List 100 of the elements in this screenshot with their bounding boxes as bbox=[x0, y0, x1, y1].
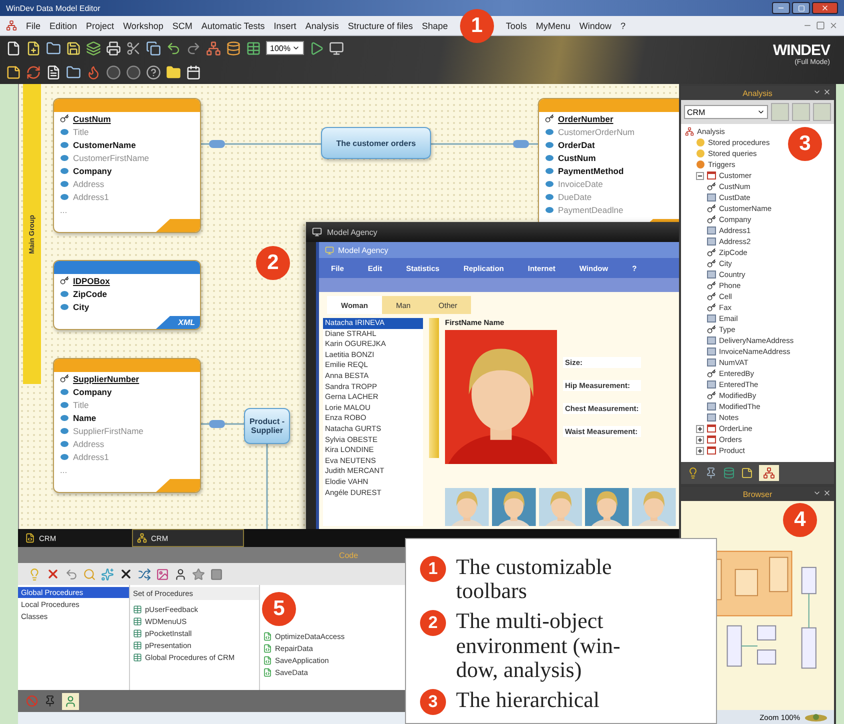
procedure-icon bbox=[263, 668, 272, 677]
collapse-toggle[interactable] bbox=[696, 172, 704, 180]
database-icon[interactable] bbox=[226, 40, 241, 56]
save-icon[interactable] bbox=[66, 40, 81, 56]
relation-box[interactable]: Product - Supplier bbox=[244, 408, 290, 444]
field-icon bbox=[707, 314, 716, 323]
user-icon[interactable] bbox=[174, 568, 187, 580]
expand-toggle[interactable] bbox=[696, 446, 704, 454]
close-icon[interactable] bbox=[823, 489, 831, 497]
menu-item[interactable]: Tools bbox=[506, 20, 527, 30]
close-button[interactable] bbox=[812, 2, 838, 14]
database-icon[interactable] bbox=[723, 467, 735, 479]
key-icon bbox=[707, 204, 716, 213]
undo-icon[interactable] bbox=[65, 568, 78, 580]
circle-icon[interactable] bbox=[106, 64, 121, 80]
list-scrollbar[interactable] bbox=[429, 318, 439, 458]
scissors-icon[interactable] bbox=[126, 40, 141, 56]
field-name: Title bbox=[73, 126, 89, 136]
copy-icon[interactable] bbox=[146, 40, 161, 56]
redo-icon[interactable] bbox=[186, 40, 201, 56]
maximize-button[interactable] bbox=[792, 2, 810, 14]
undo-icon[interactable] bbox=[166, 40, 181, 56]
field-icon bbox=[707, 193, 716, 202]
pin-icon[interactable] bbox=[705, 467, 717, 479]
key-icon bbox=[60, 114, 69, 123]
field-name: CustomerFirstName bbox=[73, 152, 150, 162]
zoom-slider-icon[interactable] bbox=[804, 712, 828, 722]
menu-item[interactable]: Shape bbox=[422, 20, 448, 30]
app-icon bbox=[6, 20, 17, 31]
folder-icon[interactable] bbox=[166, 64, 181, 80]
document-icon[interactable] bbox=[46, 64, 61, 80]
close-icon bbox=[821, 4, 829, 12]
menu-item[interactable]: Project bbox=[86, 20, 114, 30]
monitor-icon[interactable] bbox=[329, 40, 344, 56]
menu-item[interactable]: SCM bbox=[172, 20, 192, 30]
circle-icon[interactable] bbox=[126, 64, 141, 80]
play-icon[interactable] bbox=[309, 40, 324, 56]
flame-icon[interactable] bbox=[86, 64, 101, 80]
square-icon[interactable] bbox=[210, 568, 223, 580]
field-name: Address bbox=[73, 438, 104, 448]
menu-item[interactable]: Structure of files bbox=[348, 20, 413, 30]
folder-icon[interactable] bbox=[66, 64, 81, 80]
print-icon[interactable] bbox=[106, 40, 121, 56]
field-name: DueDate bbox=[558, 192, 592, 202]
menu-item[interactable]: File bbox=[26, 20, 41, 30]
menu-item[interactable]: Window bbox=[579, 20, 612, 30]
menu-item[interactable]: Workshop bbox=[123, 20, 164, 30]
menu-item[interactable]: Insert bbox=[274, 20, 296, 30]
menu-item[interactable]: Analysis bbox=[305, 20, 339, 30]
table-tag bbox=[156, 479, 200, 492]
shuffle-icon[interactable] bbox=[138, 568, 151, 580]
menu-item[interactable]: MyMenu bbox=[536, 20, 570, 30]
help-icon[interactable] bbox=[146, 64, 161, 80]
number-badge: 2 bbox=[420, 610, 446, 636]
analysis-dropdown[interactable]: CRM bbox=[684, 105, 768, 119]
table-card[interactable]: SupplierNumber Company Title Name SupplierFirstName Address Address1 ... bbox=[53, 358, 201, 493]
note-icon[interactable] bbox=[741, 467, 753, 479]
table-icon[interactable] bbox=[246, 40, 261, 56]
table-card[interactable]: CustNum Title CustomerName CustomerFirstName Company Address Address1 ... bbox=[53, 98, 201, 233]
maximize-icon bbox=[798, 4, 804, 12]
field-name: CustNum bbox=[558, 152, 596, 162]
star-icon[interactable] bbox=[192, 568, 205, 580]
delete-icon[interactable] bbox=[46, 567, 60, 581]
menu-item[interactable]: Automatic Tests bbox=[201, 20, 265, 30]
caret-icon[interactable] bbox=[813, 489, 821, 497]
expand-toggle[interactable] bbox=[696, 424, 704, 432]
field-name: OrderDat bbox=[558, 140, 595, 150]
field-name: CustomerName bbox=[73, 140, 136, 150]
menu-item[interactable]: ? bbox=[620, 20, 626, 30]
field-name: OrderNumber bbox=[558, 114, 614, 124]
field-name: Address1 bbox=[73, 192, 109, 202]
expand-toggle[interactable] bbox=[696, 436, 704, 444]
zoom-dropdown[interactable]: 100% bbox=[266, 41, 304, 55]
image-icon[interactable] bbox=[156, 568, 169, 580]
caret-icon[interactable] bbox=[813, 88, 821, 96]
field-name: CustomerOrderNum bbox=[558, 126, 635, 136]
lightbulb-icon[interactable] bbox=[687, 467, 699, 479]
folder-icon[interactable] bbox=[46, 40, 61, 56]
close-icon[interactable] bbox=[829, 21, 838, 30]
field-name: Name bbox=[73, 412, 96, 422]
menu-item[interactable]: Edition bbox=[50, 20, 78, 30]
refresh-icon[interactable] bbox=[26, 64, 41, 80]
table-card[interactable]: IDPOBox ZipCode City XML bbox=[53, 260, 201, 330]
calendar-icon[interactable] bbox=[186, 64, 201, 80]
minimize-button[interactable] bbox=[772, 2, 790, 14]
network-icon[interactable] bbox=[763, 467, 775, 479]
pin-icon[interactable] bbox=[44, 695, 56, 707]
note-icon[interactable] bbox=[6, 64, 21, 80]
relation-box[interactable]: The customer orders bbox=[321, 127, 431, 159]
close-icon[interactable] bbox=[823, 88, 831, 96]
field-name: Company bbox=[73, 386, 112, 396]
restore-icon[interactable] bbox=[816, 21, 825, 30]
file-plus-icon[interactable] bbox=[26, 40, 41, 56]
caret-icon bbox=[757, 108, 765, 116]
cross-icon[interactable] bbox=[119, 567, 133, 581]
layers-icon[interactable] bbox=[86, 40, 101, 56]
table-icon bbox=[707, 171, 716, 180]
table-icon bbox=[707, 446, 716, 455]
network-icon[interactable] bbox=[206, 40, 221, 56]
file-icon[interactable] bbox=[6, 40, 21, 56]
